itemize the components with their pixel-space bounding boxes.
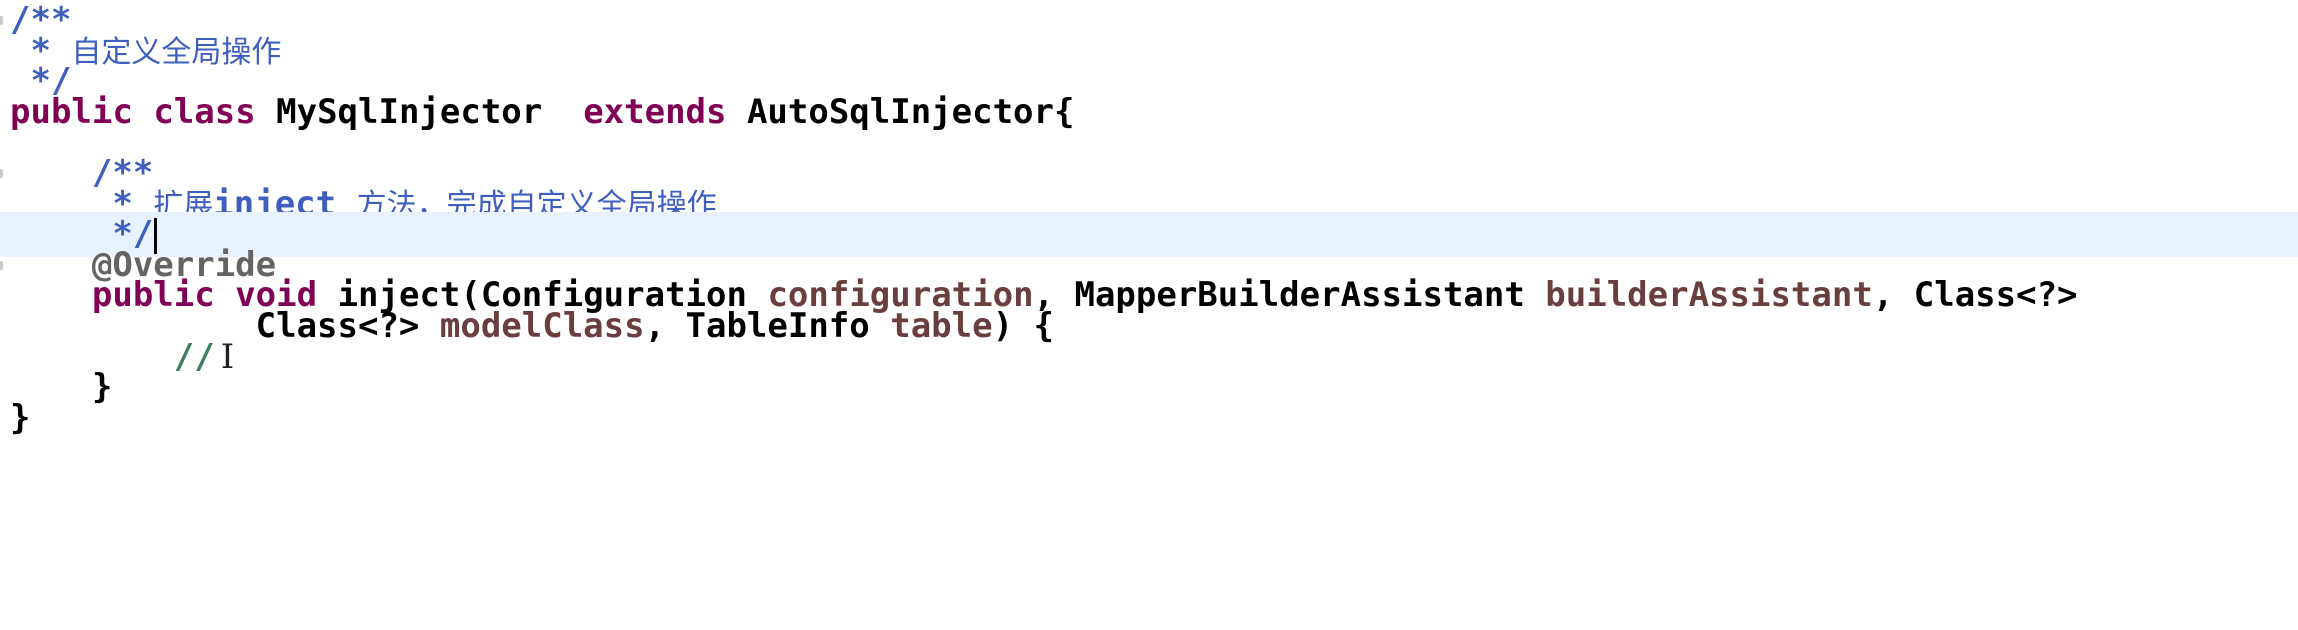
fold-marker-icon[interactable] — [0, 169, 3, 178]
line-content: } — [10, 396, 30, 441]
code-editor[interactable]: /** * 自定义全局操作 */public class MySqlInject… — [0, 0, 2298, 630]
code-line[interactable]: } — [0, 396, 2298, 441]
fold-marker-icon[interactable] — [0, 260, 3, 270]
fold-marker-icon[interactable] — [0, 16, 3, 25]
code-token: } — [10, 397, 31, 438]
